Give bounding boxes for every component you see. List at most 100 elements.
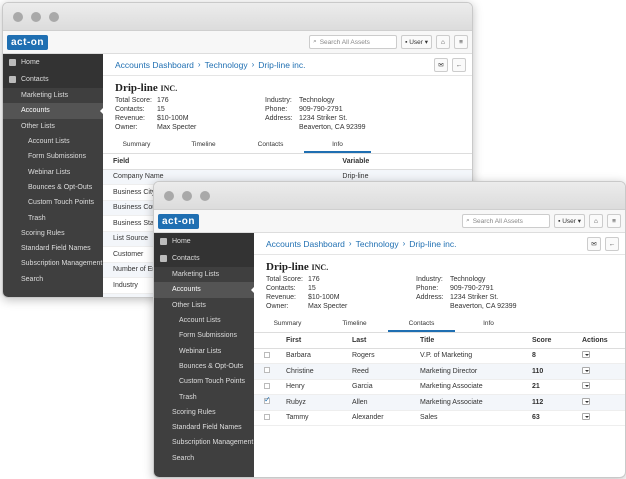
breadcrumb-technology[interactable]: Technology xyxy=(356,239,399,249)
breadcrumb-account[interactable]: Drip-line inc. xyxy=(409,239,456,249)
mail-icon[interactable]: ✉ xyxy=(587,237,601,251)
user-menu-button[interactable]: ▪ User ▾ xyxy=(401,35,432,49)
zoom-dot[interactable] xyxy=(49,11,59,22)
table-row[interactable]: Christine Reed Marketing Director 110 xyxy=(254,363,625,380)
column-label: Last xyxy=(352,336,367,344)
sidebar-item-label: Account Lists xyxy=(179,317,221,325)
tab-contacts[interactable]: Contacts xyxy=(237,138,304,153)
sidebar-item-marketing-lists[interactable]: Marketing Lists xyxy=(154,267,254,282)
sidebar-item-subscription-management[interactable]: Subscription Management xyxy=(154,435,254,450)
sidebar-item-account-lists[interactable]: Account Lists xyxy=(3,134,103,149)
row-checkbox[interactable] xyxy=(264,367,270,374)
sidebar-item-label: Form Submissions xyxy=(28,153,86,161)
act-on-logo[interactable]: act-on xyxy=(7,34,48,50)
breadcrumb-accounts-dashboard[interactable]: Accounts Dashboard xyxy=(115,60,194,70)
sidebar-item-search[interactable]: Search xyxy=(3,272,103,287)
sidebar-item-other-lists[interactable]: Other Lists xyxy=(3,119,103,134)
table-row[interactable]: Barbara Rogers V.P. of Marketing 8 xyxy=(254,348,625,364)
mail-icon[interactable]: ✉ xyxy=(434,58,448,72)
menu-icon[interactable]: ≡ xyxy=(454,35,468,49)
sidebar-item-contacts[interactable]: Contacts xyxy=(3,71,103,88)
sidebar-item-webinar-lists[interactable]: Webinar Lists xyxy=(154,343,254,358)
column-header-field[interactable]: Field xyxy=(103,154,333,170)
search-input[interactable]: ⌕ Search All Assets xyxy=(462,214,551,228)
table-row[interactable]: Tammy Alexander Sales 63 xyxy=(254,410,625,426)
table-row[interactable]: RubyzAllenMarketing Associate112 xyxy=(254,394,625,411)
field-label: Revenue: xyxy=(115,115,145,122)
column-header-variable[interactable]: Variable xyxy=(332,154,472,170)
sidebar-item-account-lists[interactable]: Account Lists xyxy=(154,313,254,328)
tab-timeline[interactable]: Timeline xyxy=(170,138,237,153)
tab-timeline[interactable]: Timeline xyxy=(321,317,388,332)
column-header-title[interactable]: Title xyxy=(410,333,522,349)
row-actions-dropdown[interactable] xyxy=(582,382,590,390)
graduation-cap-icon[interactable]: ⌂ xyxy=(589,214,603,228)
minimize-dot[interactable] xyxy=(182,190,192,201)
breadcrumb-technology[interactable]: Technology xyxy=(205,60,248,70)
sidebar-item-search[interactable]: Search xyxy=(154,451,254,466)
sidebar-item-scoring-rules[interactable]: Scoring Rules xyxy=(3,226,103,241)
account-field: Revenue: $10-100M xyxy=(266,293,416,302)
tab-contacts[interactable]: Contacts xyxy=(388,317,455,332)
close-dot[interactable] xyxy=(13,11,23,22)
tab-info[interactable]: Info xyxy=(304,138,371,153)
sidebar-item-trash[interactable]: Trash xyxy=(154,389,254,404)
sidebar-item-accounts[interactable]: Accounts xyxy=(3,103,104,119)
title-cell: Marketing Associate xyxy=(410,379,522,395)
table-row[interactable]: Henry Garcia Marketing Associate 21 xyxy=(254,379,625,395)
sidebar-item-accounts[interactable]: Accounts xyxy=(154,282,255,298)
tab-summary[interactable]: Summary xyxy=(103,138,170,153)
actions-cell xyxy=(572,394,625,411)
account-name-text: Drip-line xyxy=(266,261,309,273)
row-checkbox[interactable] xyxy=(264,413,270,420)
back-arrow-icon[interactable]: ← xyxy=(452,58,466,72)
sidebar-item-marketing-lists[interactable]: Marketing Lists xyxy=(3,88,103,103)
sidebar-item-bounces-opt-outs[interactable]: Bounces & Opt-Outs xyxy=(3,180,103,195)
sidebar-item-webinar-lists[interactable]: Webinar Lists xyxy=(3,164,103,179)
row-actions-dropdown[interactable] xyxy=(582,397,590,405)
sidebar-item-custom-touch-points[interactable]: Custom Touch Points xyxy=(154,374,254,389)
act-on-logo[interactable]: act-on xyxy=(158,213,199,229)
tab-info[interactable]: Info xyxy=(455,317,522,332)
column-header-score[interactable]: Score xyxy=(522,333,572,349)
user-label: User xyxy=(409,38,423,46)
minimize-dot[interactable] xyxy=(31,11,41,22)
column-header-first[interactable]: First xyxy=(276,333,342,349)
sidebar-item-standard-field-names[interactable]: Standard Field Names xyxy=(3,241,103,256)
sidebar-item-form-submissions[interactable]: Form Submissions xyxy=(3,149,103,164)
sidebar-item-scoring-rules[interactable]: Scoring Rules xyxy=(154,405,254,420)
sidebar-item-home[interactable]: Home xyxy=(154,233,254,250)
sidebar-item-trash[interactable]: Trash xyxy=(3,210,103,225)
search-input[interactable]: ⌕ Search All Assets xyxy=(309,35,398,49)
back-arrow-icon[interactable]: ← xyxy=(605,237,619,251)
sidebar-item-bounces-opt-outs[interactable]: Bounces & Opt-Outs xyxy=(154,359,254,374)
row-checkbox[interactable] xyxy=(264,395,271,405)
tab-summary[interactable]: Summary xyxy=(254,317,321,332)
menu-icon[interactable]: ≡ xyxy=(607,214,621,228)
sidebar-item-form-submissions[interactable]: Form Submissions xyxy=(154,328,254,343)
title-cell: Marketing Director xyxy=(410,363,522,380)
close-dot[interactable] xyxy=(164,190,174,201)
field-value: Max Specter xyxy=(308,303,348,310)
row-checkbox[interactable] xyxy=(264,382,270,389)
breadcrumb-accounts-dashboard[interactable]: Accounts Dashboard xyxy=(266,239,345,249)
user-menu-button[interactable]: ▪ User ▾ xyxy=(554,214,585,228)
account-field: Phone: 909-790-2791 xyxy=(265,105,415,114)
row-checkbox[interactable] xyxy=(264,351,270,358)
sidebar-item-subscription-management[interactable]: Subscription Management xyxy=(3,256,103,271)
field-value: Technology xyxy=(450,276,486,283)
sidebar-item-other-lists[interactable]: Other Lists xyxy=(154,298,254,313)
graduation-cap-icon[interactable]: ⌂ xyxy=(436,35,450,49)
select-cell xyxy=(254,363,276,380)
sidebar-item-contacts[interactable]: Contacts xyxy=(154,250,254,267)
row-actions-dropdown[interactable] xyxy=(582,351,590,359)
title-cell: V.P. of Marketing xyxy=(410,348,522,364)
row-actions-dropdown[interactable] xyxy=(582,366,590,374)
sidebar-item-custom-touch-points[interactable]: Custom Touch Points xyxy=(3,195,103,210)
column-header-last[interactable]: Last xyxy=(342,333,410,349)
sidebar-item-home[interactable]: Home xyxy=(3,54,103,71)
breadcrumb-account[interactable]: Drip-line inc. xyxy=(258,60,305,70)
row-actions-dropdown[interactable] xyxy=(582,413,590,421)
sidebar-item-standard-field-names[interactable]: Standard Field Names xyxy=(154,420,254,435)
zoom-dot[interactable] xyxy=(200,190,210,201)
